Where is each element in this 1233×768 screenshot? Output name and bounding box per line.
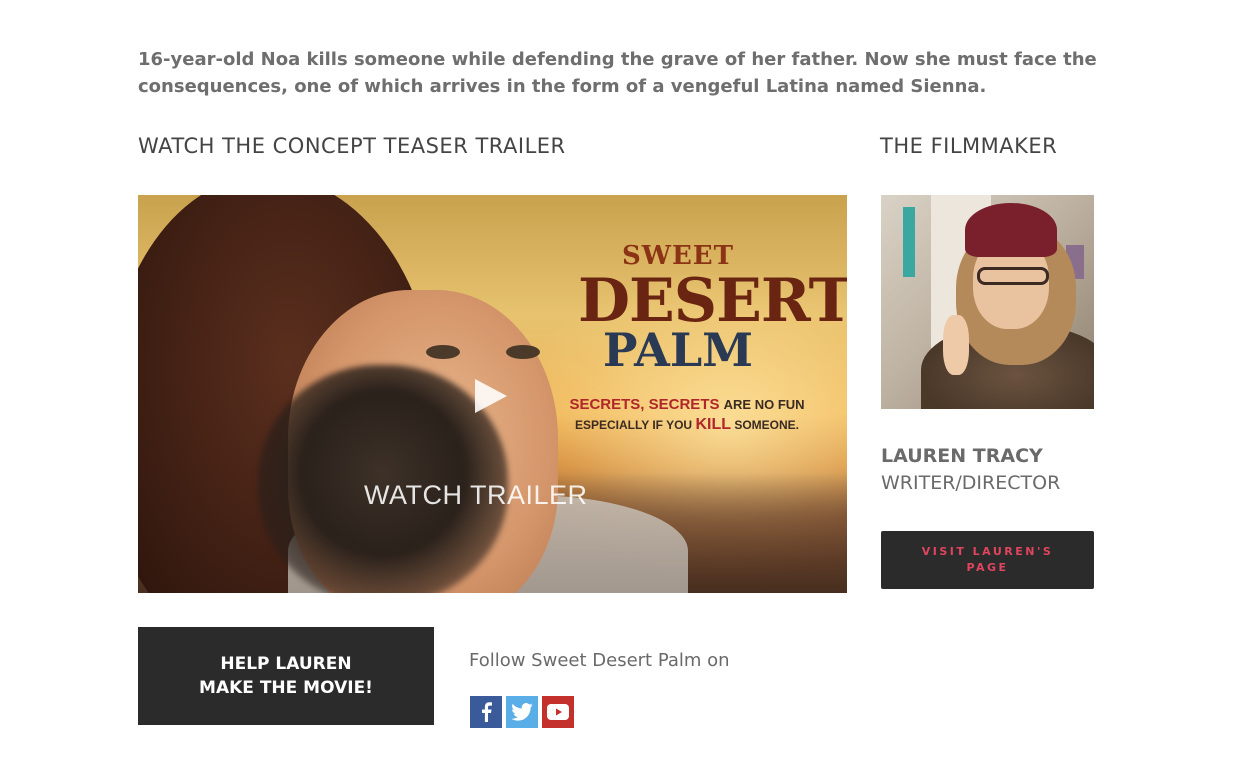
twitter-icon[interactable] <box>506 696 538 728</box>
film-logo: SWEET DESERT PALM <box>578 243 847 377</box>
facebook-icon[interactable] <box>470 696 502 728</box>
poster-tagline: SECRETS, SECRETS ARE NO FUN ESPECIALLY I… <box>542 395 832 435</box>
tagline-kill: KILL <box>695 416 731 433</box>
visit-filmmaker-page-button[interactable]: VISIT LAUREN'S PAGE <box>881 531 1094 589</box>
follow-text: Follow Sweet Desert Palm on <box>469 650 730 671</box>
help-make-movie-button[interactable]: HELP LAUREN MAKE THE MOVIE! <box>138 627 434 725</box>
filmmaker-section-title: THE FILMMAKER <box>880 134 1058 158</box>
trailer-section-title: WATCH THE CONCEPT TEASER TRAILER <box>138 134 566 158</box>
photo-glasses <box>977 267 1049 285</box>
filmmaker-photo <box>881 195 1094 409</box>
filmmaker-name: LAUREN TRACY <box>881 445 1043 467</box>
photo-beanie <box>965 203 1057 257</box>
help-button-line1: HELP LAUREN <box>220 654 352 674</box>
youtube-icon[interactable] <box>542 696 574 728</box>
play-icon[interactable] <box>475 379 507 413</box>
tagline-secrets: SECRETS, SECRETS <box>569 396 720 413</box>
photo-peace-hand <box>943 315 969 375</box>
film-logo-line3: PALM <box>602 323 754 377</box>
tagline-no-fun: ARE NO FUN <box>723 397 805 412</box>
tagline-especially: ESPECIALLY IF YOU <box>574 418 693 432</box>
trailer-video-player[interactable]: SWEET DESERT PALM SECRETS, SECRETS ARE N… <box>138 195 847 593</box>
photo-teal-object <box>903 207 915 277</box>
film-synopsis: 16-year-old Noa kills someone while defe… <box>138 49 1097 97</box>
poster-gun <box>258 365 508 593</box>
poster-actress-eye <box>506 345 540 359</box>
watch-trailer-label: WATCH TRAILER <box>364 480 588 510</box>
poster-actress-eye <box>426 345 460 359</box>
film-logo-line2: DESERT <box>578 266 847 336</box>
filmmaker-role: WRITER/DIRECTOR <box>881 472 1061 494</box>
tagline-someone: SOMEONE. <box>734 418 800 432</box>
help-button-line2: MAKE THE MOVIE! <box>199 678 373 698</box>
